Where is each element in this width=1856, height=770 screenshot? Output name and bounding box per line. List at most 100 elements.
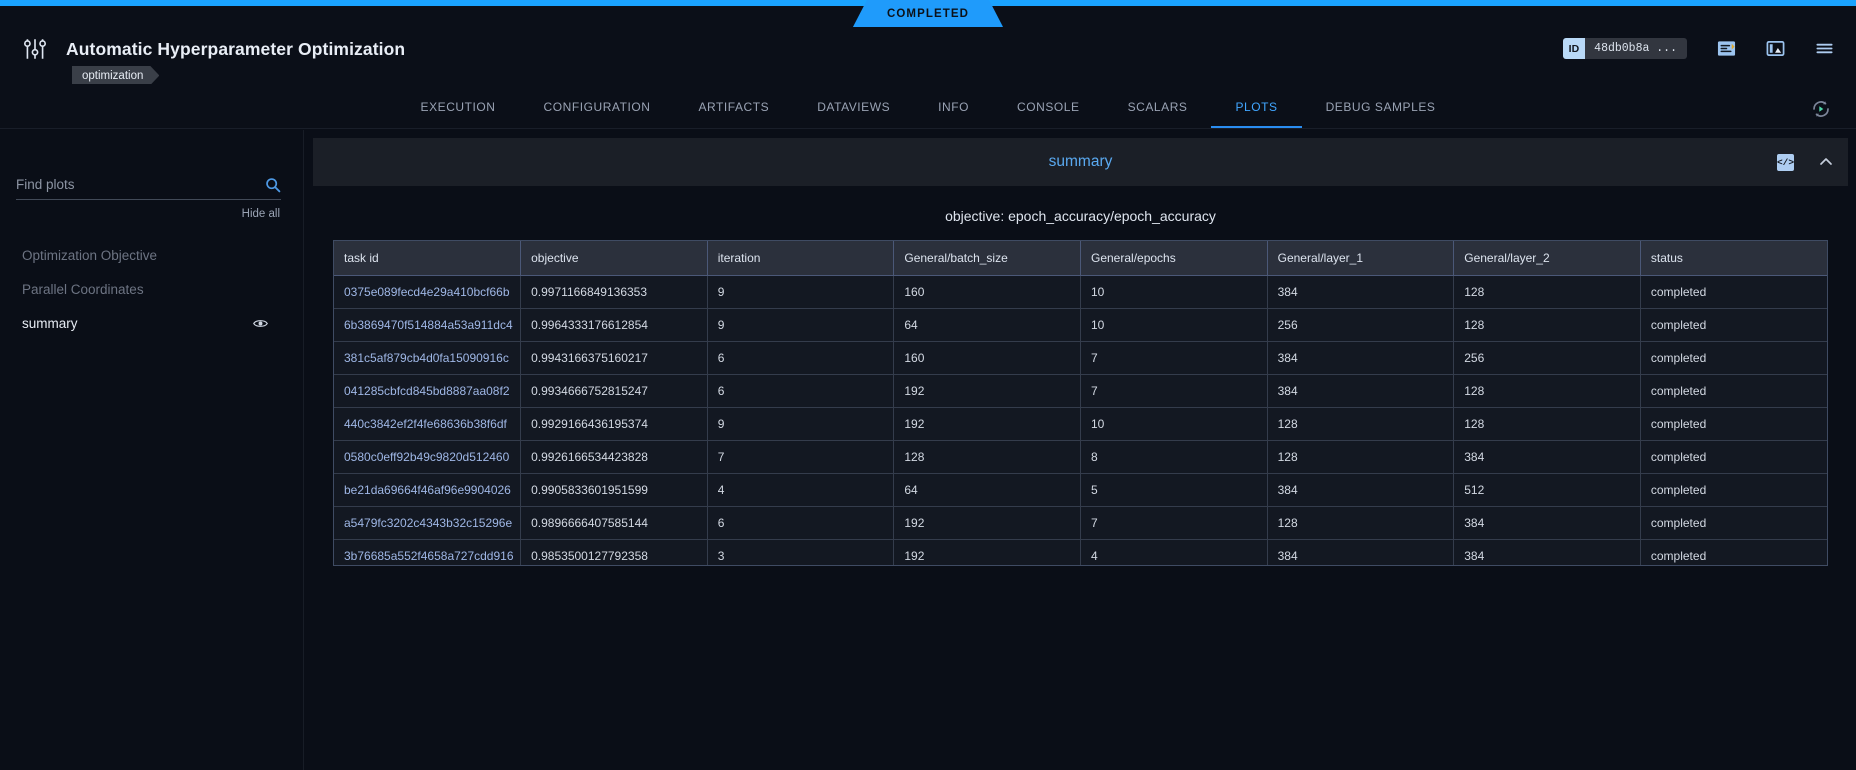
plots-sidebar: Hide all Optimization Objective Parallel … bbox=[0, 130, 304, 770]
table-header-cell[interactable]: iteration bbox=[707, 241, 894, 276]
tab-debug-samples[interactable]: DEBUG SAMPLES bbox=[1302, 100, 1460, 128]
table-cell: 3 bbox=[707, 540, 894, 567]
chevron-up-icon[interactable] bbox=[1818, 154, 1834, 170]
search-input[interactable] bbox=[16, 177, 265, 192]
table-cell-task-id[interactable]: 3b76685a552f4658a727cdd916 bbox=[334, 540, 521, 567]
summary-table: task idobjectiveiterationGeneral/batch_s… bbox=[334, 241, 1827, 566]
table-row: 0580c0eff92b49c9820d5124600.992616653442… bbox=[334, 441, 1827, 474]
plot-body: objective: epoch_accuracy/epoch_accuracy… bbox=[313, 186, 1848, 566]
table-header-cell[interactable]: General/epochs bbox=[1081, 241, 1268, 276]
tab-dataviews[interactable]: DATAVIEWS bbox=[793, 100, 914, 128]
table-row: a5479fc3202c4343b32c15296e0.989666640758… bbox=[334, 507, 1827, 540]
table-cell: 128 bbox=[894, 441, 1081, 474]
task-id-badge-value: 48db0b8a ... bbox=[1585, 42, 1687, 55]
table-cell: 10 bbox=[1081, 309, 1268, 342]
table-cell: 128 bbox=[1267, 408, 1454, 441]
auto-refresh-icon[interactable] bbox=[1810, 98, 1832, 120]
table-cell-task-id[interactable]: be21da69664f46af96e9904026 bbox=[334, 474, 521, 507]
table-cell: 256 bbox=[1267, 309, 1454, 342]
tab-bar: EXECUTIONCONFIGURATIONARTIFACTSDATAVIEWS… bbox=[0, 84, 1856, 129]
table-cell: 9 bbox=[707, 309, 894, 342]
table-cell: 0.9896666407585144 bbox=[521, 507, 708, 540]
table-cell: completed bbox=[1640, 540, 1827, 567]
table-cell: 128 bbox=[1267, 507, 1454, 540]
table-cell: 6 bbox=[707, 375, 894, 408]
table-header-cell[interactable]: General/layer_2 bbox=[1454, 241, 1641, 276]
table-cell-task-id[interactable]: 0375e089fecd4e29a410bcf66b bbox=[334, 276, 521, 309]
table-cell: 128 bbox=[1454, 309, 1641, 342]
table-cell: completed bbox=[1640, 408, 1827, 441]
tab-info[interactable]: INFO bbox=[914, 100, 993, 128]
tab-console[interactable]: CONSOLE bbox=[993, 100, 1104, 128]
table-cell: 160 bbox=[894, 342, 1081, 375]
table-cell: 6 bbox=[707, 507, 894, 540]
sidebar-item-label: summary bbox=[22, 316, 78, 331]
log-view-icon[interactable] bbox=[1717, 39, 1736, 58]
table-cell-task-id[interactable]: 381c5af879cb4d0fa15090916c bbox=[334, 342, 521, 375]
page-title: Automatic Hyperparameter Optimization bbox=[66, 39, 405, 60]
tab-plots[interactable]: PLOTS bbox=[1211, 100, 1301, 128]
table-header-cell[interactable]: status bbox=[1640, 241, 1827, 276]
tag-chip[interactable]: optimization bbox=[72, 66, 159, 85]
panel-view-icon[interactable] bbox=[1766, 39, 1785, 58]
sliders-icon bbox=[22, 36, 48, 62]
table-cell-task-id[interactable]: 0580c0eff92b49c9820d512460 bbox=[334, 441, 521, 474]
table-cell: 0.9905833601951599 bbox=[521, 474, 708, 507]
hamburger-menu-icon[interactable] bbox=[1815, 39, 1834, 58]
main-content: summary </> objective: epoch_accuracy/ep… bbox=[305, 130, 1856, 770]
tab-execution[interactable]: EXECUTION bbox=[397, 100, 520, 128]
eye-icon[interactable] bbox=[253, 316, 268, 331]
table-cell: 384 bbox=[1267, 375, 1454, 408]
table-header-cell[interactable]: task id bbox=[334, 241, 521, 276]
table-cell-task-id[interactable]: 041285cbfcd845bd8887aa08f2 bbox=[334, 375, 521, 408]
sidebar-item-optimization-objective[interactable]: Optimization Objective bbox=[0, 238, 304, 272]
tab-configuration[interactable]: CONFIGURATION bbox=[520, 100, 675, 128]
hide-all-button[interactable]: Hide all bbox=[242, 208, 280, 220]
table-cell: 0.9929166436195374 bbox=[521, 408, 708, 441]
header-actions: ID 48db0b8a ... bbox=[1563, 38, 1834, 59]
table-cell: completed bbox=[1640, 375, 1827, 408]
search-icon[interactable] bbox=[265, 177, 281, 193]
summary-table-scroll[interactable]: task idobjectiveiterationGeneral/batch_s… bbox=[333, 240, 1828, 566]
task-id-badge[interactable]: ID 48db0b8a ... bbox=[1563, 38, 1687, 59]
status-badge: COMPLETED bbox=[853, 0, 1003, 27]
table-cell: 384 bbox=[1267, 540, 1454, 567]
table-cell: completed bbox=[1640, 309, 1827, 342]
table-cell: 128 bbox=[1267, 441, 1454, 474]
table-header-cell[interactable]: objective bbox=[521, 241, 708, 276]
table-cell: 192 bbox=[894, 507, 1081, 540]
table-cell: 384 bbox=[1454, 441, 1641, 474]
table-cell: 0.9971166849136353 bbox=[521, 276, 708, 309]
title-row: Automatic Hyperparameter Optimization bbox=[22, 36, 405, 62]
table-cell: 128 bbox=[1454, 276, 1641, 309]
table-cell: 192 bbox=[894, 540, 1081, 567]
table-cell: completed bbox=[1640, 342, 1827, 375]
table-cell: 192 bbox=[894, 375, 1081, 408]
table-header-cell[interactable]: General/layer_1 bbox=[1267, 241, 1454, 276]
table-cell-task-id[interactable]: a5479fc3202c4343b32c15296e bbox=[334, 507, 521, 540]
table-cell: 0.9943166375160217 bbox=[521, 342, 708, 375]
table-cell-task-id[interactable]: 440c3842ef2f4fe68636b38f6df bbox=[334, 408, 521, 441]
code-view-icon[interactable]: </> bbox=[1777, 154, 1794, 171]
sidebar-item-summary[interactable]: summary bbox=[0, 306, 304, 340]
plot-subtitle: objective: epoch_accuracy/epoch_accuracy bbox=[313, 208, 1848, 224]
table-body: 0375e089fecd4e29a410bcf66b0.997116684913… bbox=[334, 276, 1827, 567]
table-row: be21da69664f46af96e99040260.990583360195… bbox=[334, 474, 1827, 507]
table-cell-task-id[interactable]: 6b3869470f514884a53a911dc4 bbox=[334, 309, 521, 342]
sidebar-item-parallel-coordinates[interactable]: Parallel Coordinates bbox=[0, 272, 304, 306]
table-cell: 384 bbox=[1267, 474, 1454, 507]
table-row: 6b3869470f514884a53a911dc40.996433317661… bbox=[334, 309, 1827, 342]
tab-scalars[interactable]: SCALARS bbox=[1104, 100, 1212, 128]
tab-artifacts[interactable]: ARTIFACTS bbox=[674, 100, 793, 128]
plot-card-title: summary bbox=[1049, 153, 1113, 171]
table-header-cell[interactable]: General/batch_size bbox=[894, 241, 1081, 276]
table-cell: 7 bbox=[1081, 342, 1268, 375]
table-cell: 384 bbox=[1454, 540, 1641, 567]
sidebar-item-label: Parallel Coordinates bbox=[22, 282, 144, 297]
table-cell: 384 bbox=[1267, 276, 1454, 309]
table-cell: 0.9853500127792358 bbox=[521, 540, 708, 567]
table-cell: completed bbox=[1640, 441, 1827, 474]
table-header-row: task idobjectiveiterationGeneral/batch_s… bbox=[334, 241, 1827, 276]
tab-list: EXECUTIONCONFIGURATIONARTIFACTSDATAVIEWS… bbox=[397, 100, 1460, 128]
table-cell: 512 bbox=[1454, 474, 1641, 507]
